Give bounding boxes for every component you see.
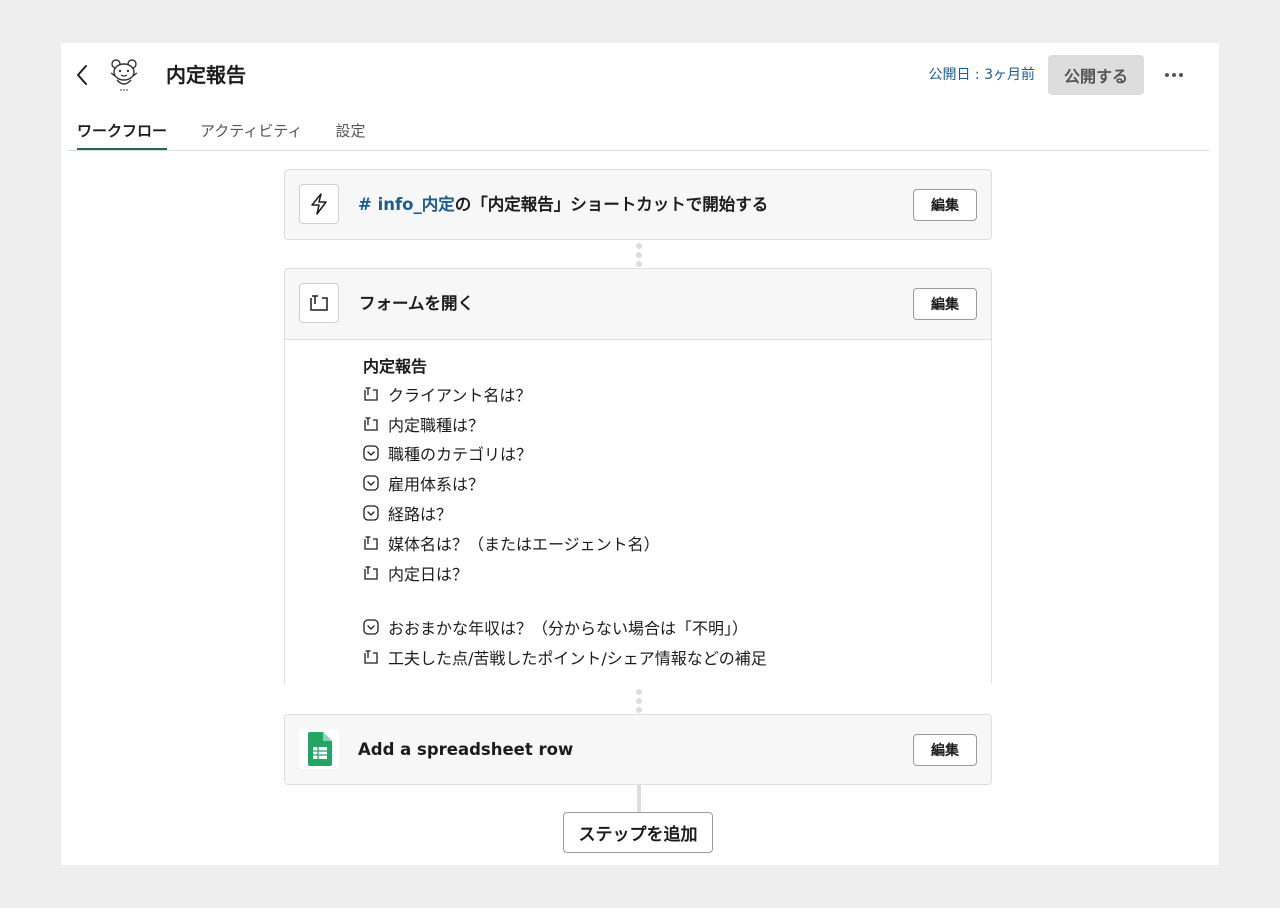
form-name: 内定報告	[363, 357, 428, 376]
google-sheets-icon	[299, 729, 339, 769]
form-field-item: 工夫した点/苦戦したポイント/シェア情報などの補足	[363, 642, 991, 672]
add-step-button[interactable]: ステップを追加	[563, 812, 713, 853]
ellipsis-icon	[1165, 73, 1169, 77]
channel-link[interactable]: # info_内定	[358, 195, 455, 214]
form-field-item: 内定日は？	[363, 558, 991, 588]
tab-settings[interactable]: 設定	[335, 119, 365, 151]
form-field-item: 雇用体系は？	[363, 468, 991, 498]
more-options-button[interactable]	[1158, 61, 1190, 89]
lightning-icon	[299, 184, 339, 224]
form-preview: 内定報告 クライアント名は？ 内定職種は？ 職種のカテゴリは？ 雇用体系は？ 経路は？ 媒…	[285, 339, 991, 687]
text-field-icon	[363, 565, 379, 581]
edit-spreadsheet-button[interactable]: 編集	[913, 734, 977, 766]
form-field-item: 経路は？	[363, 498, 991, 528]
workflow-panel: 内定報告 公開日 : 3ヶ月前 公開する ワークフロー アクティビティ 設定 #…	[61, 43, 1219, 865]
form-field-label: おおまかな年収は？（分からない場合は「不明」）	[388, 619, 749, 639]
page-title: 内定報告	[166, 63, 246, 87]
form-field-item: 内定職種は？	[363, 409, 991, 439]
text-field-icon	[363, 649, 379, 665]
trigger-step: # info_内定の「内定報告」ショートカットで開始する 編集	[284, 169, 992, 240]
dropdown-field-icon	[363, 505, 379, 521]
spreadsheet-step: Add a spreadsheet row 編集	[284, 714, 992, 785]
publish-button[interactable]: 公開する	[1048, 55, 1144, 95]
text-field-icon	[363, 535, 379, 551]
dropdown-field-icon	[363, 475, 379, 491]
spreadsheet-step-title: Add a spreadsheet row	[358, 740, 574, 759]
form-field-label: 職種のカテゴリは？	[388, 445, 533, 465]
form-step: フォームを開く 編集 内定報告 クライアント名は？ 内定職種は？ 職種のカテゴリは？…	[284, 268, 992, 687]
text-field-icon	[299, 283, 339, 323]
form-field-item: 職種のカテゴリは？	[363, 439, 991, 469]
form-field-label: 内定職種は？	[388, 415, 485, 435]
chevron-left-icon	[77, 65, 87, 85]
text-field-icon	[363, 416, 379, 432]
form-field-list: クライアント名は？ 内定職種は？ 職種のカテゴリは？ 雇用体系は？ 経路は？ 媒体名は？（…	[363, 379, 991, 672]
form-field-label: 雇用体系は？	[388, 475, 485, 495]
form-field-label: 工夫した点/苦戦したポイント/シェア情報などの補足	[388, 649, 767, 669]
form-field-label: クライアント名は？	[388, 385, 532, 405]
form-step-title: フォームを開く	[359, 294, 475, 313]
edit-trigger-button[interactable]: 編集	[913, 189, 977, 221]
published-date: 公開日 : 3ヶ月前	[928, 67, 1035, 83]
form-field-label: 内定日は？	[388, 564, 469, 584]
back-button[interactable]	[71, 63, 93, 87]
edit-form-button[interactable]: 編集	[913, 288, 977, 320]
form-field-label: 媒体名は？（またはエージェント名）	[388, 534, 660, 554]
tab-bar: ワークフロー アクティビティ 設定	[77, 119, 398, 151]
tab-workflow[interactable]: ワークフロー	[77, 119, 168, 151]
add-step-connector	[637, 785, 641, 812]
tab-divider	[67, 150, 1209, 151]
dropdown-field-icon	[363, 619, 379, 636]
trigger-step-title: # info_内定の「内定報告」ショートカットで開始する	[358, 193, 768, 217]
form-field-item: おおまかな年収は？（分からない場合は「不明」）	[363, 613, 991, 643]
step-connector	[636, 243, 642, 267]
dropdown-field-icon	[363, 445, 379, 462]
form-field-item: 媒体名は？（またはエージェント名）	[363, 528, 991, 558]
trigger-text: の「内定報告」ショートカットで開始する	[454, 195, 769, 214]
text-field-icon	[363, 386, 379, 402]
form-field-item: クライアント名は？	[363, 379, 991, 409]
workflow-avatar	[107, 57, 141, 93]
tab-activity[interactable]: アクティビティ	[200, 119, 302, 151]
step-connector	[636, 689, 642, 713]
form-field-label: 経路は？	[388, 505, 453, 525]
